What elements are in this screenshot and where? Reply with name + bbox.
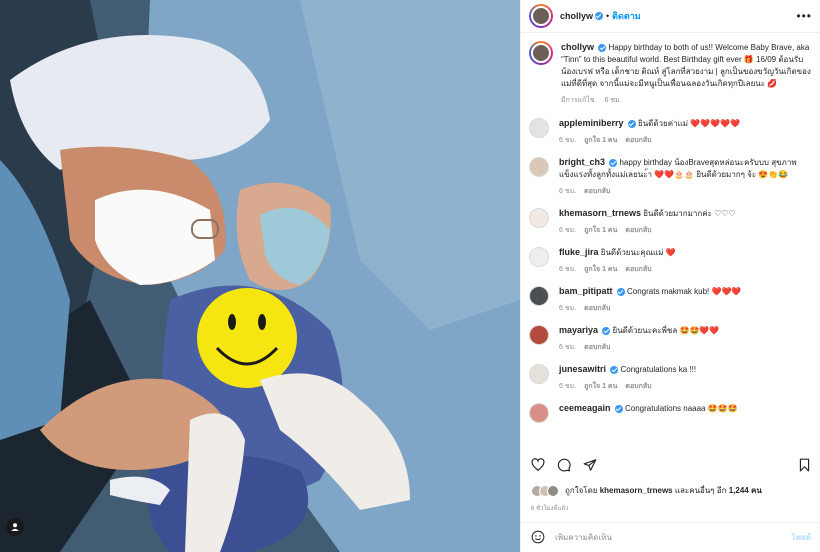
likes-summary[interactable]: ถูกใจโดย khemasorn_trnews และคนอื่นๆ อีก… [531,484,762,497]
comment-emoji: 🤩🤩❤️❤️ [679,326,720,335]
comment-item: bright_ch3 happy birthday น้องBraveสุดหล… [529,156,812,198]
comment-text: Congrats makmak kub! [626,287,710,296]
verified-icon [595,12,604,20]
more-icon[interactable]: ••• [796,10,812,22]
comment-username[interactable]: junesawitri [559,364,606,374]
comment-item: appleminiberry ยินดีด้วยค่าแม่ ❤️❤️❤️❤️❤… [529,117,812,147]
comment-emoji: ❤️ [665,248,676,257]
caption-username[interactable]: chollyw [561,42,594,52]
post-header: chollyw • ติดตาม ••• [521,0,820,33]
verified-icon [598,43,607,52]
comments-list[interactable]: chollyw Happy birthday to both of us!! W… [521,33,820,453]
comment-time: 6 ชม. [559,383,577,390]
action-bar [521,455,820,475]
reply-button[interactable]: ตอบกลับ [584,305,610,312]
comment-time: 6 ชม. [559,344,577,351]
reply-button[interactable]: ตอบกลับ [625,137,651,144]
likes-prefix: ถูกใจโดย [565,486,598,495]
verified-icon [614,404,623,413]
comment-icon[interactable] [557,458,571,472]
comment-item: bam_pitipatt Congrats makmak kub! ❤️❤️❤️… [529,285,812,315]
likes-mid: และคนอื่นๆ อีก [674,486,727,495]
comment-time: 6 ชม. [559,266,577,273]
comment-username[interactable]: appleminiberry [559,118,624,128]
liker-avatar [547,484,559,497]
post-button[interactable]: โพสต์ [791,531,811,544]
likes-user[interactable]: khemasorn_trnews [600,486,673,495]
comment-emoji: ❤️❤️🎂🎂 ยินดีด้วยมากๆ จ้ะ 😍👏😂 [654,170,789,179]
caption-time: 6 ชม. [604,97,622,104]
add-comment-bar: โพสต์ [521,522,820,552]
comment-text: ยินดีด้วยมากมากค่ะ [643,209,712,218]
verified-icon [602,326,611,335]
verified-icon [627,119,636,128]
reply-button[interactable]: ตอบกลับ [584,344,610,351]
comment-input[interactable] [555,533,792,542]
comment-time: 6 ชม. [559,137,577,144]
comment-likes[interactable]: ถูกใจ 1 คน [584,137,617,144]
comment-text: ยินดีด้วยค่าแม่ [638,119,688,128]
comment-text: Congratulations ka !!! [620,365,697,374]
comment-emoji: ❤️❤️❤️ [711,287,742,296]
author-avatar[interactable] [529,4,553,28]
comment-avatar[interactable] [529,208,549,228]
comment-emoji: 🤩🤩🤩 [707,404,738,413]
comment-item: junesawitri Congratulations ka !!! 6 ชม.… [529,363,812,393]
comment-emoji: ❤️❤️❤️❤️❤️ [690,119,741,128]
caption-edited: มีการแก้ไข [561,97,595,104]
verified-icon [616,287,625,296]
comment-username[interactable]: bam_pitipatt [559,286,613,296]
follow-button[interactable]: ติดตาม [612,9,641,23]
comment-likes[interactable]: ถูกใจ 1 คน [584,266,617,273]
author-username[interactable]: chollyw [560,11,593,21]
comment-time: 6 ชม. [559,188,577,195]
comment-avatar[interactable] [529,247,549,267]
comment-avatar[interactable] [529,157,549,177]
comment-text: ยินดีด้วยนะคะพี่ชล [612,326,678,335]
comment-avatar[interactable] [529,325,549,345]
comment-item: khemasorn_trnews ยินดีด้วยมากมากค่ะ ♡♡♡ … [529,207,812,237]
comment-avatar[interactable] [529,403,549,423]
comment-time: 6 ชม. [559,227,577,234]
photo-illustration [0,0,520,552]
verified-icon [609,158,618,167]
post-side-panel: chollyw • ติดตาม ••• chollyw Happy birth… [520,0,820,552]
comment-username[interactable]: khemasorn_trnews [559,208,641,218]
comment-likes[interactable]: ถูกใจ 1 คน [584,383,617,390]
comment-username[interactable]: fluke_jira [559,247,599,257]
caption-avatar[interactable] [529,41,553,65]
reply-button[interactable]: ตอบกลับ [584,188,610,195]
comment-avatar[interactable] [529,118,549,138]
comment-text: ยินดีด้วยนะคุณแม่ [600,248,664,257]
heart-icon[interactable] [531,458,545,472]
caption: chollyw Happy birthday to both of us!! W… [529,41,812,107]
comment-likes[interactable]: ถูกใจ 1 คน [584,227,617,234]
comment-item: fluke_jira ยินดีด้วยนะคุณแม่ ❤️ 6 ชม. ถูก… [529,246,812,276]
post-photo[interactable] [0,0,520,552]
verified-icon [610,365,619,374]
share-icon[interactable] [583,458,597,472]
comment-username[interactable]: bright_ch3 [559,157,605,167]
comment-emoji: ♡♡♡ [714,209,736,218]
reply-button[interactable]: ตอบกลับ [625,227,651,234]
comment-username[interactable]: mayariya [559,325,598,335]
comment-avatar[interactable] [529,286,549,306]
comment-item: mayariya ยินดีด้วยนะคะพี่ชล 🤩🤩❤️❤️ 6 ชม.… [529,324,812,354]
comment-text: Congratulations naaaa [625,404,706,413]
comment-avatar[interactable] [529,364,549,384]
likes-count[interactable]: 1,244 คน [729,484,762,497]
comment-time: 6 ชม. [559,305,577,312]
bookmark-icon[interactable] [798,458,811,472]
reply-button[interactable]: ตอบกลับ [625,266,651,273]
comment-username[interactable]: ceemeagain [559,403,611,413]
comment-item: ceemeagain Congratulations naaaa 🤩🤩🤩 [529,402,812,423]
post-time: 6 ชั่วโมงที่แล้ว [531,506,569,512]
reply-button[interactable]: ตอบกลับ [625,383,651,390]
user-tag-icon[interactable] [6,518,24,536]
emoji-icon[interactable] [531,530,545,546]
